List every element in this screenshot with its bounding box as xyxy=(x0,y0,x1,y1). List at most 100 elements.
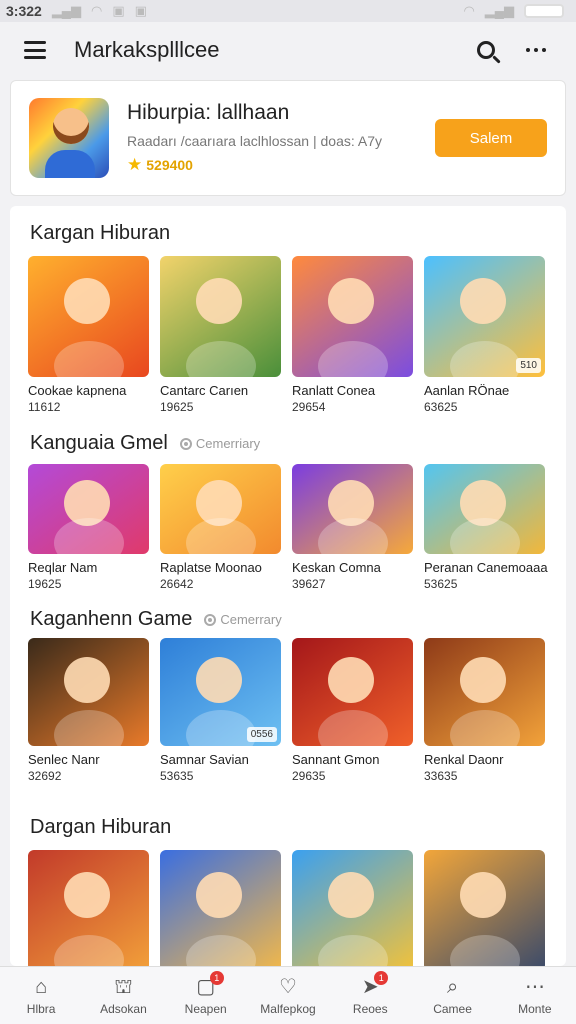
featured-rating-value: 529400 xyxy=(146,157,193,173)
featured-action-button[interactable]: Salem xyxy=(435,119,547,157)
app-count: 32692 xyxy=(28,769,62,783)
app-card[interactable]: 510 Aanlan RÖnae 63625 xyxy=(424,256,545,414)
notification-icon: ▣ xyxy=(112,3,125,18)
app-card[interactable]: Sannant Gmon 29635 xyxy=(292,638,413,783)
character-head xyxy=(64,657,110,703)
menu-icon[interactable] xyxy=(24,41,46,59)
character-body xyxy=(318,710,388,746)
character-body xyxy=(54,710,124,746)
app-name: Cookae kapnena xyxy=(28,383,127,398)
app-thumbnail xyxy=(424,638,545,746)
app-card[interactable]: Peranan Canemoaaa 53625 xyxy=(424,464,548,591)
heart-icon: ♡ xyxy=(279,975,297,998)
section-title: Kanguaia Gmel Cemerriary xyxy=(30,432,260,455)
app-name: Aanlan RÖnae xyxy=(424,383,510,398)
app-name: Ranlatt Conea xyxy=(292,383,376,398)
app-thumbnail xyxy=(28,850,149,966)
nav-item-hlbra[interactable]: ⌂ Hlbra xyxy=(0,967,82,1024)
nav-item-neapen[interactable]: ▢ 1 Neapen xyxy=(165,967,247,1024)
app-thumbnail xyxy=(160,850,281,966)
character-body xyxy=(186,710,256,746)
character-body xyxy=(54,935,124,966)
star-icon: ★ xyxy=(127,155,143,174)
app-thumbnail xyxy=(28,638,149,746)
section-title: Kaganhenn Game Cemerrary xyxy=(30,608,282,631)
nav-label: Adsokan xyxy=(100,1001,147,1016)
play-icon xyxy=(204,613,217,626)
more-icon xyxy=(526,48,546,52)
character-body xyxy=(54,341,124,377)
status-bar: 3:322 ▂▄▆ ◠ ▣ ▣ ◠ ▂▄▆ xyxy=(0,0,576,22)
search-button[interactable] xyxy=(470,34,502,66)
app-card[interactable]: Keskan Comna 39627 xyxy=(292,464,413,591)
section-title: Dargan Hiburan xyxy=(30,816,171,839)
character-head xyxy=(64,278,110,324)
app-card[interactable]: Cantarc Carıen 19625 xyxy=(160,256,281,414)
character-head xyxy=(328,657,374,703)
nav-label: Monte xyxy=(518,1001,552,1016)
app-card[interactable]: 0556 Samnar Savian 53635 xyxy=(160,638,281,783)
app-count: 19625 xyxy=(28,577,62,591)
overflow-menu-button[interactable] xyxy=(520,34,552,66)
featured-app-card[interactable]: Hiburpia: lallhaan Raadarı /caarıara lac… xyxy=(10,80,566,196)
character-head xyxy=(328,872,374,918)
character-body xyxy=(186,518,256,554)
signal-icon: ▂▄▆ xyxy=(51,3,82,18)
app-count: 19625 xyxy=(160,400,194,414)
notification-badge: 1 xyxy=(209,971,224,985)
app-name: Sannant Gmon xyxy=(292,752,380,767)
app-card[interactable] xyxy=(292,850,413,966)
app-card[interactable]: Cookae kapnena 11612 xyxy=(28,256,149,414)
app-card[interactable] xyxy=(424,850,545,966)
character-body xyxy=(318,341,388,377)
app-thumbnail: 0556 xyxy=(160,638,281,746)
character-body xyxy=(186,341,256,377)
app-row: Cookae kapnena 11612 Cantarc Carıen 19625 Ra… xyxy=(28,256,545,414)
nav-item-malfepkog[interactable]: ♡ Malfepkog xyxy=(247,967,329,1024)
wifi-status-icon: ◠ xyxy=(463,3,475,18)
signal-status-icon: ▂▄▆ xyxy=(484,3,514,18)
character-body xyxy=(318,518,388,554)
app-thumbnail xyxy=(28,464,149,554)
section-tag[interactable]: Cemerrary xyxy=(204,612,282,627)
section-tag-label: Cemerriary xyxy=(195,436,261,451)
app-card[interactable] xyxy=(160,850,281,966)
nav-label: Malfepkog xyxy=(260,1001,316,1016)
app-title: Markaksplllcee xyxy=(74,37,220,62)
store-icon: ⛫ xyxy=(114,975,133,998)
app-thumbnail xyxy=(292,464,413,554)
nav-label: Hlbra xyxy=(26,1001,56,1016)
character-head xyxy=(64,872,110,918)
app-thumbnail xyxy=(292,638,413,746)
nav-item-camee[interactable]: ⌕ Camee xyxy=(411,967,493,1024)
section-tag[interactable]: Cemerriary xyxy=(179,436,261,451)
app-name: Samnar Savian xyxy=(160,752,249,767)
app-thumbnail xyxy=(28,256,149,377)
character-body xyxy=(450,710,520,746)
app-count: 39627 xyxy=(292,577,326,591)
app-count: 63625 xyxy=(424,400,458,414)
featured-app-thumbnail xyxy=(29,98,109,178)
app-count: 33635 xyxy=(424,769,458,783)
nav-item-reoes[interactable]: ➤ 1 Reoes xyxy=(329,967,411,1024)
app-card[interactable]: Renkal Daonr 33635 xyxy=(424,638,545,783)
app-thumbnail xyxy=(292,256,413,377)
nav-item-monte[interactable]: ⋯ Monte xyxy=(494,967,576,1024)
search-icon xyxy=(477,41,495,59)
character-head xyxy=(460,278,506,324)
app-card[interactable]: Raplatse Moonao 26642 xyxy=(160,464,281,591)
nav-label: Neapen xyxy=(184,1001,227,1016)
featured-app-rating: ★ 529400 xyxy=(127,155,435,175)
notification-badge: 1 xyxy=(374,971,389,985)
app-card[interactable] xyxy=(28,850,149,966)
app-thumbnail xyxy=(292,850,413,966)
app-card[interactable]: Reqlar Nam 19625 xyxy=(28,464,149,591)
nav-label: Camee xyxy=(433,1001,472,1016)
search-icon: ⌕ xyxy=(446,975,459,998)
app-card[interactable]: Senlec Nanr 32692 xyxy=(28,638,149,783)
app-card[interactable]: Ranlatt Conea 29654 xyxy=(292,256,413,414)
nav-item-adsokan[interactable]: ⛫ Adsokan xyxy=(82,967,164,1024)
section-title-text: Kanguaia Gmel xyxy=(30,432,168,454)
character-body xyxy=(318,935,388,966)
app-name: Senlec Nanr xyxy=(28,752,100,767)
